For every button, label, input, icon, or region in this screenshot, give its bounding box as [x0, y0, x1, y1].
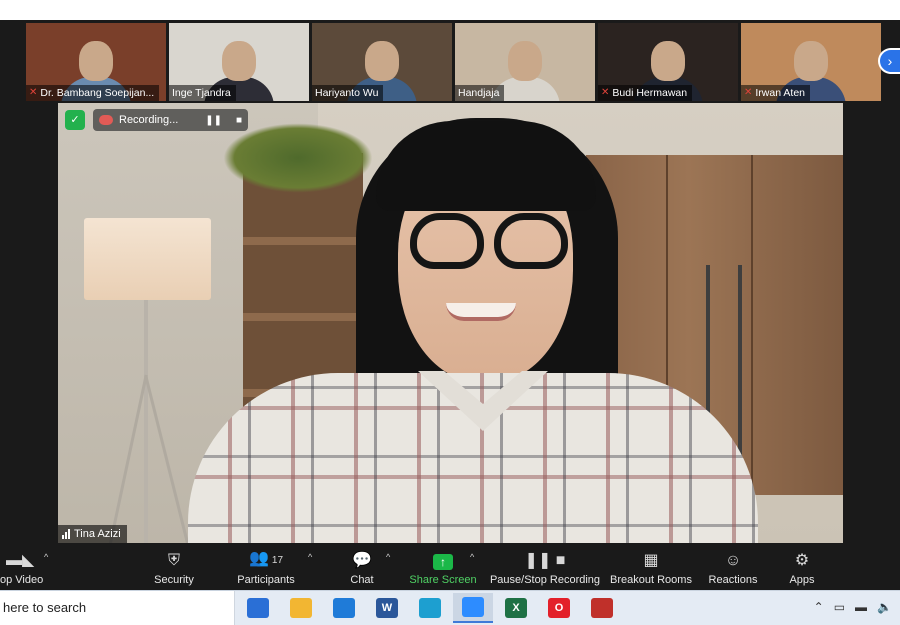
pause-icon[interactable]: ❚❚ [205, 115, 222, 126]
shield-icon: ⛨ [167, 552, 180, 569]
chevron-up-icon[interactable]: ^ [44, 552, 48, 562]
participant-name-label: Inge Tjandra [169, 85, 236, 101]
participant-thumbnail[interactable]: Inge Tjandra [169, 23, 309, 101]
mic-muted-icon: ✕ [601, 87, 610, 98]
chrome-icon [247, 598, 269, 618]
taskbar-app[interactable] [324, 593, 364, 623]
taskbar-app[interactable] [582, 593, 622, 623]
breakout-rooms-button[interactable]: ▦ Breakout Rooms [610, 546, 692, 590]
edge-icon [419, 598, 441, 618]
speaker-name-label: Tina Azizi [58, 525, 127, 543]
opera-icon: O [548, 598, 570, 618]
participant-face [794, 41, 828, 81]
participant-name: Budi Hermawan [612, 87, 688, 99]
participant-thumbnail[interactable]: Handjaja [455, 23, 595, 101]
taskbar-app[interactable]: W [367, 593, 407, 623]
participant-thumbnail[interactable]: ✕ Budi Hermawan [598, 23, 738, 101]
mail-icon [333, 598, 355, 618]
taskbar-app[interactable] [238, 593, 278, 623]
windows-taskbar: here to search W X O ⌃ ▭ ▬ 🔈 [0, 590, 900, 625]
apps-button[interactable]: ⚙ Apps [788, 546, 816, 590]
participants-icon: 👥 17 [248, 550, 284, 567]
chevron-up-icon[interactable]: ⌃ [814, 600, 824, 614]
participant-name-label: ✕ Dr. Bambang Soepijan... [26, 85, 160, 101]
chevron-up-icon[interactable]: ^ [470, 552, 474, 562]
lamp [84, 218, 211, 300]
active-speaker-video[interactable]: ✓ Recording... ❚❚ ■ Tina Azizi [58, 103, 843, 543]
participant-name-label: Hariyanto Wu [312, 85, 384, 101]
participant-face [79, 41, 113, 81]
pause-stop-recording-button[interactable]: ❚❚ ■ Pause/Stop Recording [490, 546, 600, 590]
excel-icon: X [505, 598, 527, 618]
file-explorer-icon [290, 598, 312, 618]
zoom-meeting-screen: ✕ Dr. Bambang Soepijan... Inge Tjandra Hari… [0, 0, 900, 625]
video-camera-icon: ▬◣ [6, 552, 35, 569]
volume-icon[interactable]: 🔈 [877, 600, 892, 614]
security-button[interactable]: ⛨ Security [152, 546, 196, 590]
recording-indicator: Recording... ❚❚ ■ [93, 109, 248, 131]
meeting-toolbar: ▬◣ op Video ^ ⛨ Security 👥 17 Participant… [0, 546, 900, 590]
participant-face [651, 41, 685, 81]
participant-thumbnail[interactable]: ✕ Dr. Bambang Soepijan... [26, 23, 166, 101]
participant-face [222, 41, 256, 81]
mic-muted-icon: ✕ [744, 87, 753, 98]
share-screen-button[interactable]: ↑ Share Screen ^ [409, 546, 476, 590]
taskbar-search-box[interactable]: here to search [0, 591, 235, 625]
chevron-right-icon[interactable]: › [878, 48, 900, 74]
participant-face [365, 41, 399, 81]
network-icon[interactable]: ▭ [834, 600, 845, 614]
participants-button[interactable]: 👥 17 Participants ^ [236, 546, 312, 590]
battery-icon[interactable]: ▬ [855, 600, 867, 614]
chat-icon: 💬 [352, 552, 372, 569]
taskbar-app[interactable]: X [496, 593, 536, 623]
word-icon: W [376, 598, 398, 618]
app-icon [591, 598, 613, 618]
recording-label: Recording... [119, 114, 179, 126]
stop-video-button[interactable]: ▬◣ op Video ^ [0, 546, 48, 590]
participant-name: Dr. Bambang Soepijan... [40, 87, 155, 99]
participant-thumbnail[interactable]: Hariyanto Wu [312, 23, 452, 101]
taskbar-app[interactable] [410, 593, 450, 623]
recording-cloud-icon [99, 115, 113, 125]
participant-name-label: ✕ Irwan Aten [741, 85, 811, 101]
taskbar-app[interactable] [281, 593, 321, 623]
participants-count: 17 [271, 555, 284, 566]
plant [223, 123, 373, 193]
participant-thumbnail[interactable]: ✕ Irwan Aten [741, 23, 881, 101]
apps-icon: ⚙ [794, 552, 810, 569]
pause-stop-icon: ❚❚ ■ [524, 552, 566, 569]
taskbar-app[interactable]: O [539, 593, 579, 623]
smiley-icon: ☺ [724, 552, 742, 569]
mic-muted-icon: ✕ [29, 87, 38, 98]
security-shield-icon[interactable]: ✓ [65, 110, 85, 130]
participant-name-label: Handjaja [455, 85, 505, 101]
participant-name: Inge Tjandra [172, 87, 231, 99]
chat-button[interactable]: 💬 Chat ^ [348, 546, 390, 590]
stop-icon[interactable]: ■ [236, 115, 242, 126]
breakout-rooms-icon: ▦ [643, 552, 659, 569]
participant-name: Irwan Aten [755, 87, 806, 99]
participant-name: Handjaja [458, 87, 500, 99]
zoom-icon [462, 597, 484, 617]
signal-strength-icon [62, 529, 70, 539]
system-tray: ⌃ ▭ ▬ 🔈 [814, 600, 892, 614]
speaker-name: Tina Azizi [74, 528, 121, 540]
chevron-up-icon[interactable]: ^ [386, 552, 390, 562]
share-screen-icon: ↑ [433, 554, 453, 570]
participant-name: Hariyanto Wu [315, 87, 379, 99]
chevron-up-icon[interactable]: ^ [308, 552, 312, 562]
participant-name-label: ✕ Budi Hermawan [598, 85, 693, 101]
taskbar-app[interactable] [453, 593, 493, 623]
meeting-window: ✕ Dr. Bambang Soepijan... Inge Tjandra Hari… [0, 20, 900, 590]
glasses [410, 213, 484, 269]
reactions-button[interactable]: ☺ Reactions [709, 546, 758, 590]
participant-face [508, 41, 542, 81]
participant-thumbnails: ✕ Dr. Bambang Soepijan... Inge Tjandra Hari… [26, 23, 881, 101]
